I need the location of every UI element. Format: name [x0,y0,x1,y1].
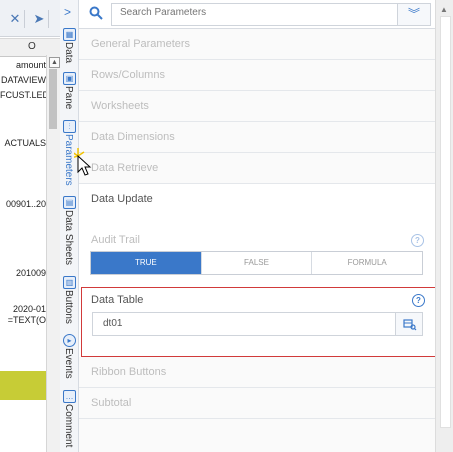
data-table-value: dt01 [103,318,123,329]
tab-events-label: Events [63,348,74,379]
section-rows-columns[interactable]: Rows/Columns [79,60,435,91]
spreadsheet-area: ✕ ➤ O amount DATAVIEW FCUST.LED ACTUALS … [0,0,60,452]
cell-formula[interactable]: =TEXT(O [0,315,46,325]
table-lookup-icon [403,319,417,331]
tab-comment-label: Comment [63,404,74,448]
search-field[interactable] [111,3,399,26]
section-title: Data Dimensions [91,131,175,143]
comment-icon: … [63,390,76,403]
section-ribbon-buttons[interactable]: Ribbon Buttons [79,357,435,388]
tab-data-label: Data [63,42,74,64]
scroll-thumb[interactable] [49,69,57,129]
audit-trail-toggle: TRUE FALSE FORMULA [90,251,423,275]
close-icon[interactable]: ✕ [6,10,25,28]
parameters-panel: ︾ General Parameters Rows/Columns Worksh… [79,0,437,452]
cell-period[interactable]: 201009 [0,268,46,278]
cell-fcust[interactable]: FCUST.LED [0,90,49,100]
search-icon[interactable] [89,6,103,20]
data-icon: ▦ [63,28,76,41]
column-header-label: O [28,41,36,52]
events-icon: ▸ [63,334,76,347]
search-input[interactable] [112,4,388,21]
audit-option-false[interactable]: FALSE [202,252,313,274]
help-icon[interactable]: ? [412,294,425,307]
data-sheets-icon: ▤ [63,196,76,209]
section-title: Rows/Columns [91,69,165,81]
tab-data-sheets-label: Data Sheets [63,210,74,266]
data-table-field-group: Data Table ? dt01 [81,287,437,357]
section-data-dimensions[interactable]: Data Dimensions [79,122,435,153]
cell-actuals[interactable]: ACTUALS [0,138,46,148]
data-table-lookup-button[interactable] [395,312,423,336]
tab-buttons-label: Buttons [63,290,74,324]
section-title: Subtotal [91,397,132,409]
cell-amount[interactable]: amount [0,60,46,70]
section-title: Data Update [91,193,153,205]
pane-icon: ▣ [63,72,76,85]
highlighted-row[interactable] [0,371,46,400]
sheet-toolbar: ✕ ➤ [0,0,60,37]
section-title: Ribbon Buttons [91,366,167,378]
panel-scrollbar[interactable]: ▲ [435,0,453,452]
scroll-thumb[interactable] [440,16,451,428]
parameters-icon: ⫶ [63,120,76,133]
audit-option-true[interactable]: TRUE [91,252,202,274]
scroll-up-icon[interactable]: ▲ [440,5,448,14]
section-data-retrieve[interactable]: Data Retrieve [79,153,435,184]
mouse-cursor-icon [74,148,92,176]
data-table-label: Data Table [91,294,144,306]
data-table-input[interactable]: dt01 [92,312,396,336]
audit-trail-label: Audit Trail [91,234,140,246]
cell-range[interactable]: 00901..20 [0,199,46,209]
buttons-icon: ▥ [63,276,76,289]
section-title: General Parameters [91,38,191,50]
help-icon[interactable]: ? [411,234,424,247]
tab-parameters-label: Parameters [63,134,74,186]
data-update-body: Audit Trail ? TRUE FALSE FORMULA Data Ta… [79,213,437,360]
section-title: Worksheets [91,100,149,112]
audit-option-formula[interactable]: FORMULA [312,252,422,274]
double-chevron-down-icon: ︾ [407,7,420,21]
section-subtotal[interactable]: Subtotal [79,388,435,419]
section-worksheets[interactable]: Worksheets [79,91,435,122]
side-tab-rail: > ▦ Data ▣ Pane ⫶ Parameters ▤ Data Shee… [60,0,79,452]
chevron-right-icon[interactable]: > [64,5,71,19]
cell-dataview[interactable]: DATAVIEW [0,75,46,85]
collapse-all-button[interactable]: ︾ [397,3,431,26]
tab-pane-label: Pane [63,86,74,110]
section-title: Data Retrieve [91,162,159,174]
search-bar: ︾ [79,0,435,29]
sheet-scrollbar[interactable]: ▲ [46,55,60,452]
section-general-parameters[interactable]: General Parameters [79,29,435,60]
section-data-update[interactable]: Data Update [79,184,435,215]
scroll-up-icon[interactable]: ▲ [49,57,60,68]
cell-date[interactable]: 2020-01 [0,304,46,314]
pin-icon[interactable]: ➤ [30,10,49,28]
